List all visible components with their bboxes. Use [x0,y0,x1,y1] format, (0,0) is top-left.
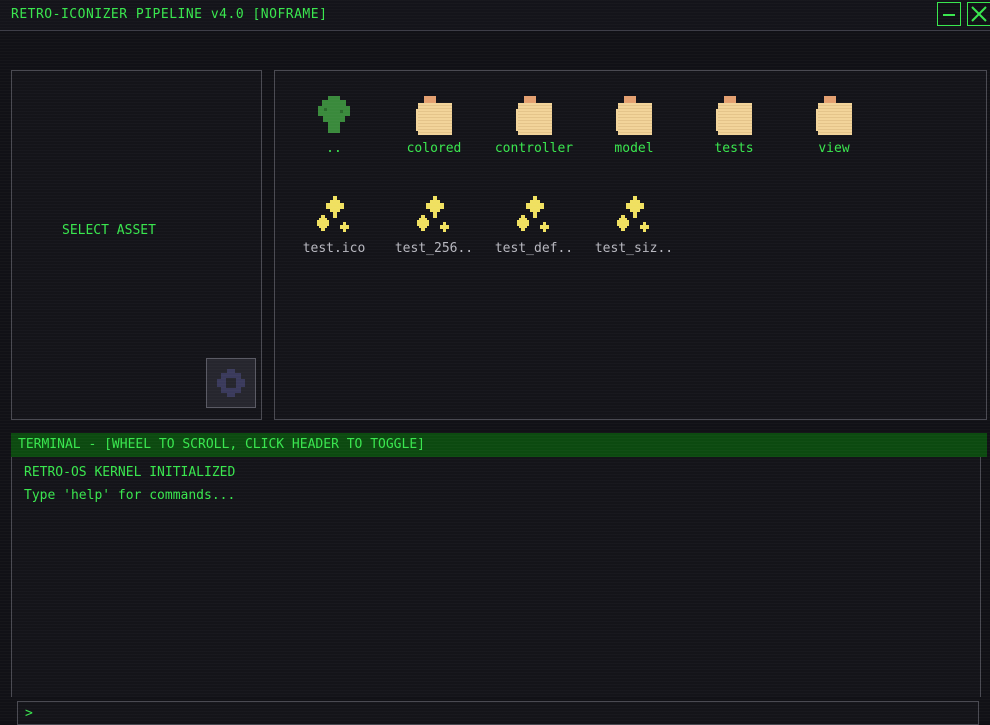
title-bar: RETRO-ICONIZER PIPELINE v4.0 [NOFRAME] [0,0,990,31]
close-button[interactable] [967,2,990,26]
close-icon [971,6,987,22]
asset-preview-panel[interactable]: SELECT ASSET [11,70,262,420]
tree-icon [314,95,354,135]
terminal-prompt: > [25,706,33,721]
folder-item[interactable]: view [784,95,884,165]
folder-icon [814,95,854,135]
item-label: tests [714,141,754,156]
folder-icon [614,95,654,135]
terminal-output[interactable]: RETRO-OS KERNEL INITIALIZED Type 'help' … [11,457,981,697]
file-item[interactable]: test.ico [284,195,384,265]
terminal-line: RETRO-OS KERNEL INITIALIZED [24,465,236,480]
minimize-button[interactable] [937,2,961,26]
folder-icon [414,95,454,135]
sparkle-icon [414,195,454,235]
terminal-input-box[interactable]: > [17,701,979,725]
folder-item[interactable]: model [584,95,684,165]
item-label: controller [494,141,574,156]
folder-item[interactable]: tests [684,95,784,165]
file-item[interactable]: test_256.. [384,195,484,265]
item-label: model [614,141,654,156]
minimize-icon [943,14,955,16]
item-label: view [818,141,850,156]
window-title: RETRO-ICONIZER PIPELINE v4.0 [NOFRAME] [11,7,328,22]
terminal-header[interactable]: TERMINAL - [WHEEL TO SCROLL, CLICK HEADE… [11,433,987,457]
file-item[interactable]: test_def.. [484,195,584,265]
folder-item[interactable]: controller [484,95,584,165]
item-label: test_256.. [394,241,474,256]
file-item[interactable]: test_siz.. [584,195,684,265]
item-label: test.ico [302,241,366,256]
terminal-input[interactable] [40,704,964,724]
sparkle-icon [614,195,654,235]
parent-folder-item[interactable]: .. [284,95,384,165]
item-label: .. [326,141,342,156]
settings-button[interactable] [206,358,256,408]
gear-icon [217,369,245,397]
select-asset-label: SELECT ASSET [62,223,156,238]
sparkle-icon [514,195,554,235]
terminal-header-label: TERMINAL - [WHEEL TO SCROLL, CLICK HEADE… [18,437,425,452]
file-browser: .. colored controller model tests view test.ic… [274,70,987,420]
folder-item[interactable]: colored [384,95,484,165]
folder-icon [514,95,554,135]
sparkle-icon [314,195,354,235]
folder-icon [714,95,754,135]
item-label: test_def.. [494,241,574,256]
item-label: colored [406,141,462,156]
terminal-line: Type 'help' for commands... [24,488,236,503]
item-label: test_siz.. [594,241,674,256]
